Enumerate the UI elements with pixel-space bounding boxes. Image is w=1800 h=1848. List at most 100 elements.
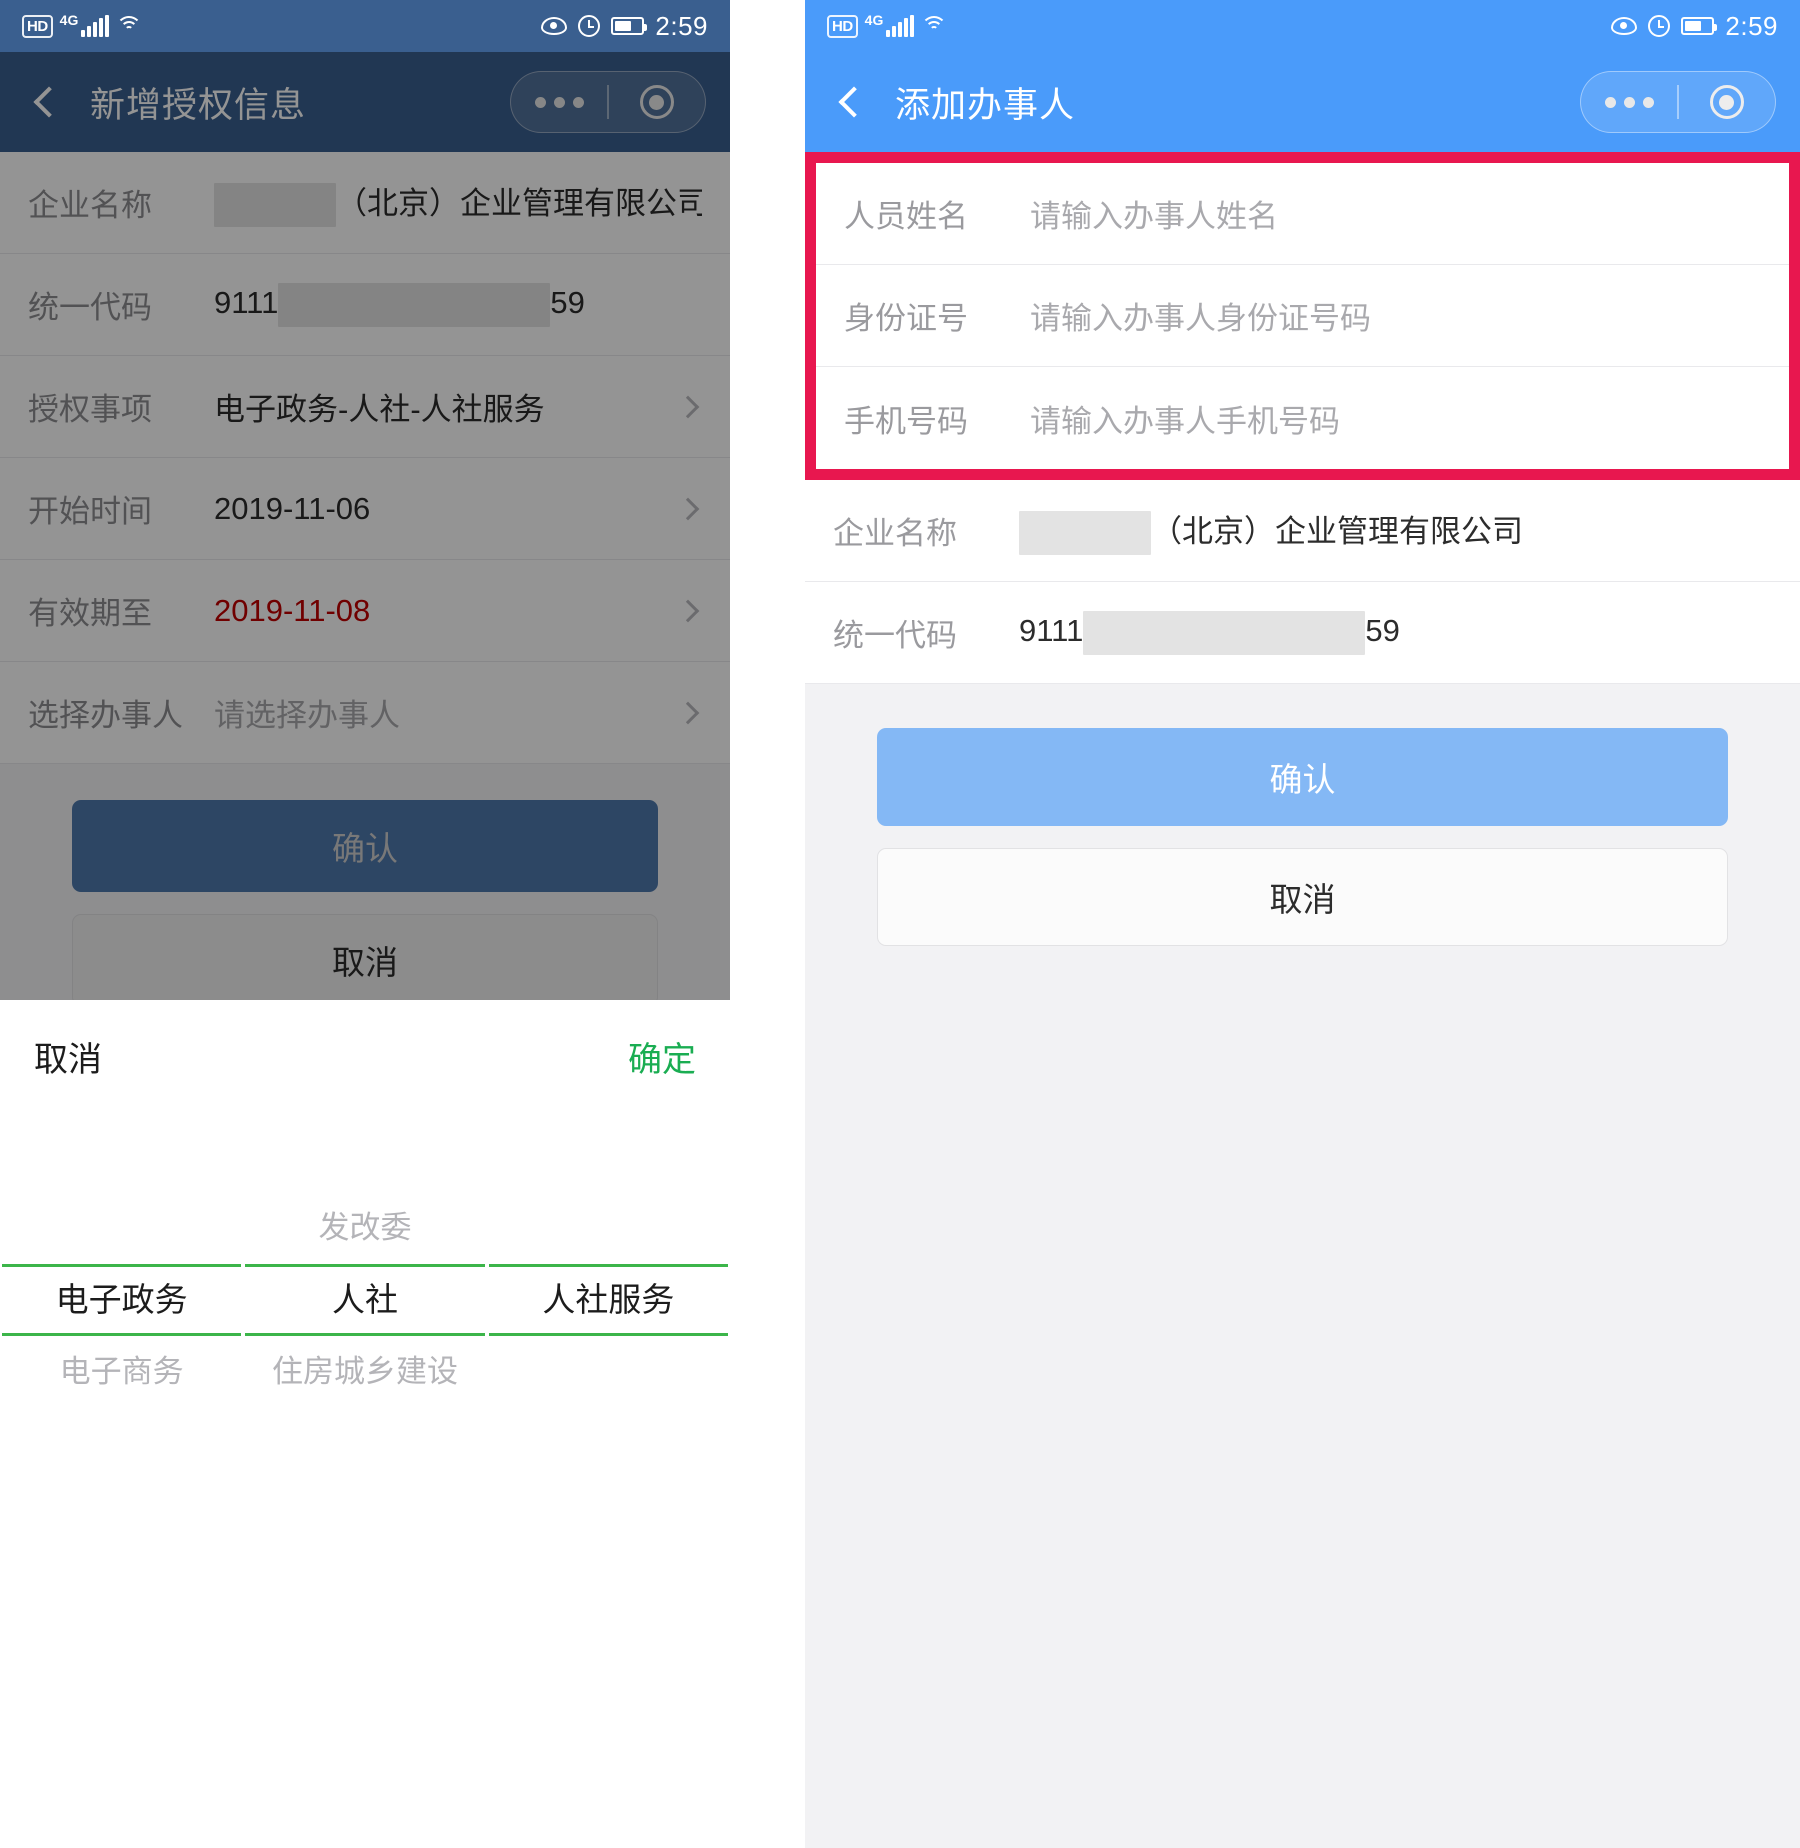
left-form-list: 企业名称 （北京）企业管理有限公司 统一代码 9111 59 授权事项 电子政务-… [0,152,730,764]
row-value: 9111 59 [1019,610,1400,655]
row-value: （北京）企业管理有限公司 [214,178,702,228]
right-button-area: 确认 取消 [805,684,1800,946]
redaction-block [278,282,551,327]
row-value: 2019-11-08 [214,592,371,628]
code-suffix: 59 [1365,612,1400,648]
status-bar-left-icons: HD 4G [22,12,143,38]
row-agent-name[interactable]: 人员姓名 请输入办事人姓名 [816,163,1789,265]
signal-bars-icon [81,15,110,37]
alarm-clock-icon [578,15,601,37]
signal-bars-icon [886,15,915,37]
row-unified-code: 统一代码 9111 59 [0,254,730,356]
back-icon[interactable] [33,86,65,118]
right-content-area: 人员姓名 请输入办事人姓名 身份证号 请输入办事人身份证号码 手机号码 请输入办… [805,152,1800,1848]
picker-column-2[interactable]: 发改委 人社 住房城乡建设 [243,1192,486,1622]
picker-confirm-button[interactable]: 确定 [628,1032,696,1081]
agent-name-input[interactable]: 请输入办事人姓名 [1030,191,1278,236]
cancel-button[interactable]: 取消 [877,848,1728,946]
redaction-block [1083,610,1366,655]
confirm-button[interactable]: 确认 [72,800,658,892]
picker-item-above[interactable] [0,1192,243,1264]
network-type-label: 4G [864,12,884,28]
picker-item-above[interactable] [487,1192,730,1264]
picker-item-above[interactable]: 发改委 [243,1192,486,1264]
agent-phone-input[interactable]: 请输入办事人手机号码 [1030,396,1340,441]
row-label: 统一代码 [28,290,152,325]
close-target-icon[interactable] [609,85,705,119]
right-info-list: 企业名称 （北京）企业管理有限公司 统一代码 9111 59 [805,480,1800,684]
picker-column-1[interactable]: 电子政务 电子商务 [0,1192,243,1622]
redaction-block [1019,511,1151,556]
status-bar-right: HD 4G 2:59 [805,0,1800,52]
chevron-right-icon [676,701,700,724]
row-expiry-date[interactable]: 有效期至 2019-11-08 [0,560,730,662]
company-name-text: （北京）企业管理有限公司 [336,185,702,221]
picker-columns[interactable]: 电子政务 电子商务 发改委 人社 住房城乡建设 人社服务 [0,1192,730,1622]
confirm-button[interactable]: 确认 [877,728,1728,826]
picker-column-3[interactable]: 人社服务 [487,1192,730,1622]
screenshot-gutter [730,0,805,1848]
eye-icon [1611,17,1638,35]
row-label: 身份证号 [844,301,968,336]
row-label: 手机号码 [844,403,968,439]
picker-item-selected[interactable]: 人社 [243,1264,486,1336]
battery-icon [1681,17,1718,35]
more-menu-icon[interactable] [1581,96,1677,108]
highlighted-input-group: 人员姓名 请输入办事人姓名 身份证号 请输入办事人身份证号码 手机号码 请输入办… [805,152,1800,480]
chevron-right-icon [676,497,700,520]
row-label: 授权事项 [28,392,152,427]
row-unified-code: 统一代码 9111 59 [805,582,1800,684]
right-phone-screen: HD 4G 2:59 添加办事人 人员姓名 请输入办事人姓名 身份证号 请输入办… [805,0,1800,1848]
row-label: 企业名称 [28,188,152,223]
left-phone-screen: HD 4G 2:59 新增授权信息 企业名称 （北京）企业管理有限公司 统一代码… [0,0,730,1848]
miniprogram-capsule[interactable] [510,71,706,133]
left-button-area: 确认 取消 [0,764,730,1000]
row-company-name: 企业名称 （北京）企业管理有限公司 [0,152,730,254]
redaction-block [214,183,336,228]
picker-item-below[interactable] [487,1336,730,1408]
picker-item-selected[interactable]: 电子政务 [0,1264,243,1336]
battery-icon [611,17,648,35]
code-prefix: 9111 [1019,612,1084,648]
chevron-right-icon [676,395,700,418]
eye-icon [541,17,568,35]
close-target-icon[interactable] [1679,85,1775,119]
row-select-agent[interactable]: 选择办事人 请选择办事人 [0,662,730,764]
company-name-text: （北京）企业管理有限公司 [1151,513,1523,549]
row-label: 企业名称 [833,516,957,551]
cancel-button[interactable]: 取消 [72,914,658,1000]
agent-id-input[interactable]: 请输入办事人身份证号码 [1030,293,1371,338]
nav-bar-left: 新增授权信息 [0,52,730,152]
chevron-right-icon [676,599,700,622]
back-icon[interactable] [838,86,870,118]
hd-badge-icon: HD [827,14,858,38]
row-authorization-item[interactable]: 授权事项 电子政务-人社-人社服务 [0,356,730,458]
status-bar-right-icons: 2:59 [1611,11,1778,42]
row-value: 电子政务-人社-人社服务 [214,392,545,427]
status-bar-left: HD 4G 2:59 [0,0,730,52]
picker-item-below[interactable]: 电子商务 [0,1336,243,1408]
status-bar-clock: 2:59 [655,10,708,41]
row-label: 有效期至 [28,596,152,631]
left-app-container: HD 4G 2:59 新增授权信息 企业名称 （北京）企业管理有限公司 统一代码… [0,0,730,1000]
status-bar-right-icons: 2:59 [541,11,708,42]
miniprogram-capsule[interactable] [1580,71,1776,133]
picker-cancel-button[interactable]: 取消 [34,1032,102,1081]
network-type-label: 4G [59,12,79,28]
more-menu-icon[interactable] [511,96,607,108]
row-value: 9111 59 [214,282,585,327]
row-agent-id[interactable]: 身份证号 请输入办事人身份证号码 [816,265,1789,367]
row-label: 人员姓名 [844,199,968,234]
row-label: 开始时间 [28,494,152,529]
picker-item-below[interactable]: 住房城乡建设 [243,1336,486,1408]
wifi-icon [116,16,143,36]
row-start-date[interactable]: 开始时间 2019-11-06 [0,458,730,560]
row-label: 选择办事人 [28,698,183,733]
picker-item-selected[interactable]: 人社服务 [487,1264,730,1336]
row-agent-phone[interactable]: 手机号码 请输入办事人手机号码 [816,367,1789,469]
picker-sheet: 取消 确定 电子政务 电子商务 发改委 人社 住房城乡建设 人社服务 [0,1000,730,1848]
row-value: 请选择办事人 [214,698,400,733]
nav-bar-right: 添加办事人 [805,52,1800,152]
hd-badge-icon: HD [22,14,53,38]
status-bar-left-icons: HD 4G [827,12,948,38]
